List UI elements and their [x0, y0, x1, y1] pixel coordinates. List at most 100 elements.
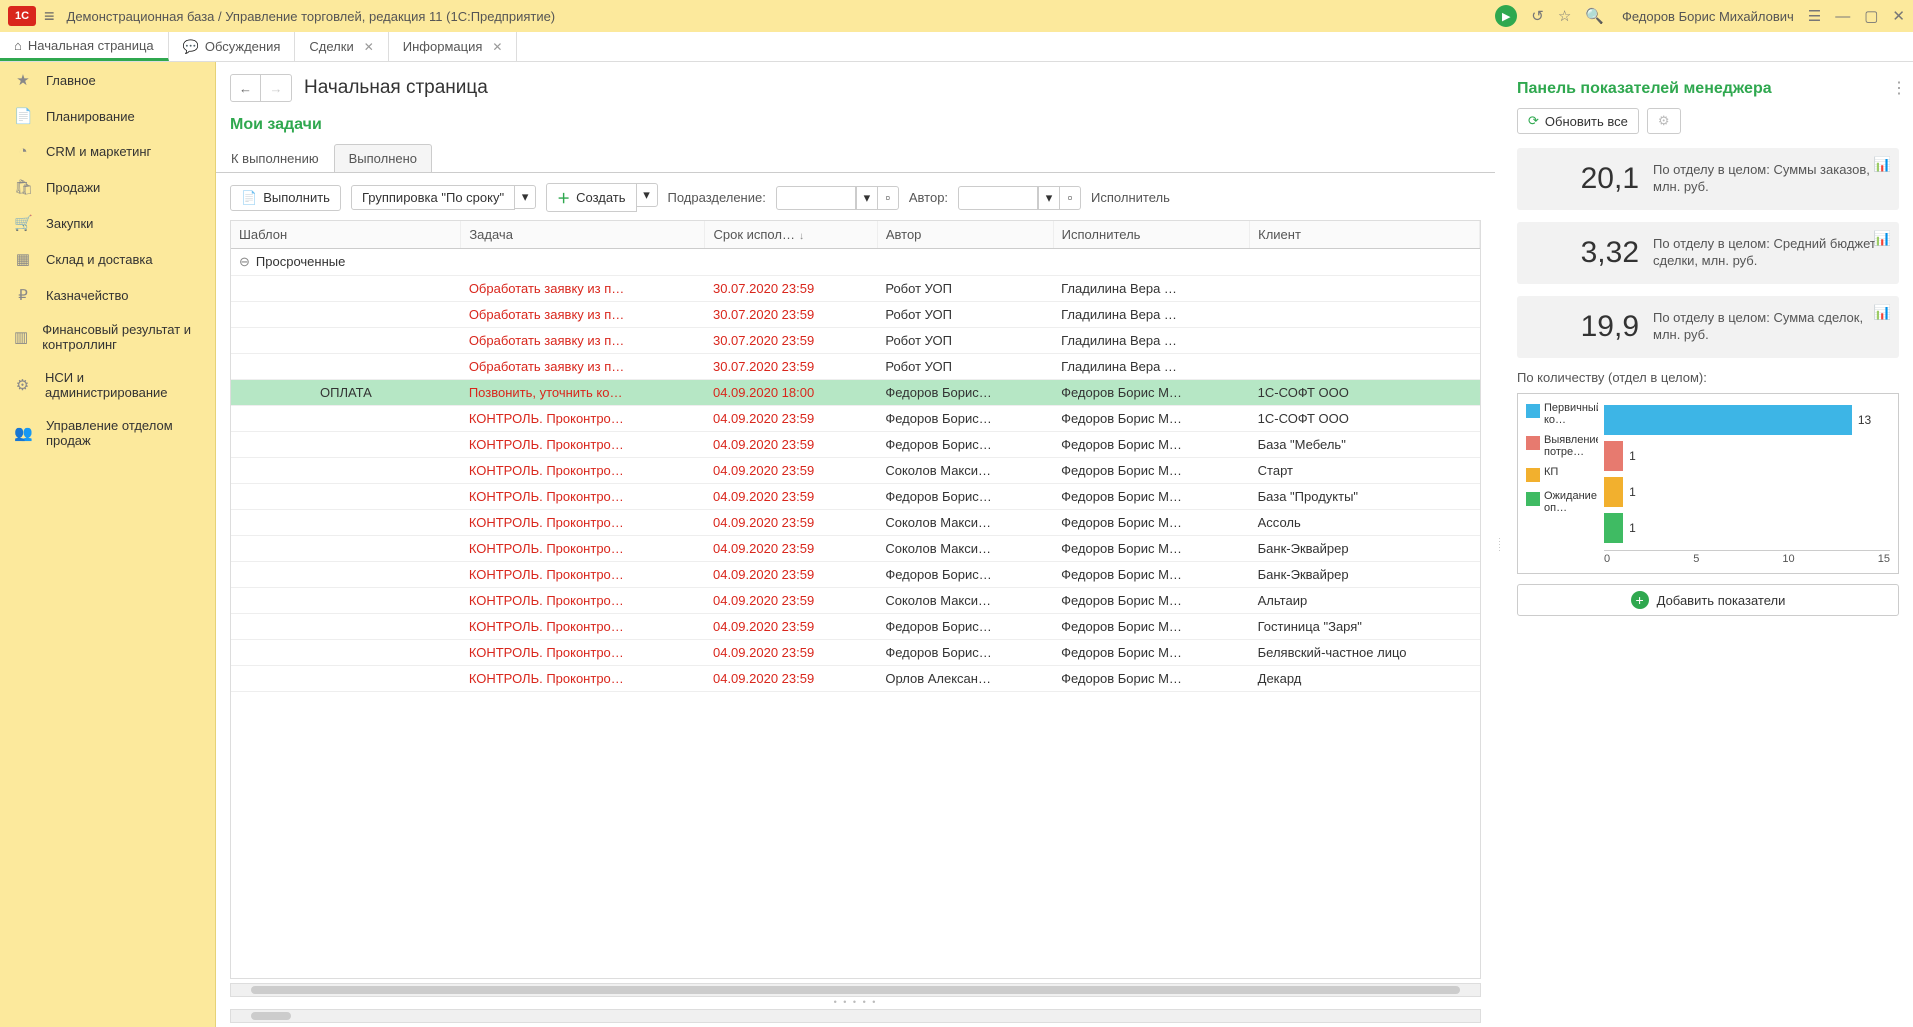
chart-mini-icon[interactable]: 📊: [1874, 230, 1891, 247]
kpi-card-1[interactable]: 3,32По отделу в целом: Средний бюджет сд…: [1517, 222, 1899, 284]
author-open-icon[interactable]: ▫: [1059, 186, 1081, 210]
kpi-card-0[interactable]: 20,1По отделу в целом: Суммы заказов, мл…: [1517, 148, 1899, 210]
department-input[interactable]: [776, 186, 856, 210]
col-template[interactable]: Шаблон: [231, 221, 461, 249]
table-row[interactable]: КОНТРОЛЬ. Проконтро…04.09.2020 23:59Соко…: [231, 536, 1480, 562]
table-row[interactable]: КОНТРОЛЬ. Проконтро…04.09.2020 23:59Федо…: [231, 562, 1480, 588]
chart-mini-icon[interactable]: 📊: [1874, 304, 1891, 321]
table-row[interactable]: КОНТРОЛЬ. Проконтро…04.09.2020 23:59Соко…: [231, 588, 1480, 614]
cell-due: 04.09.2020 23:59: [705, 562, 877, 588]
col-due[interactable]: Срок испол…↓: [705, 221, 877, 249]
tab-1[interactable]: 💬Обсуждения: [169, 32, 296, 61]
close-tab-icon[interactable]: ✕: [364, 40, 374, 54]
minimize-icon[interactable]: —: [1835, 8, 1850, 25]
col-executor[interactable]: Исполнитель: [1053, 221, 1250, 249]
more-icon[interactable]: ⋮: [1891, 78, 1907, 98]
col-author[interactable]: Автор: [877, 221, 1053, 249]
sidebar-item-3[interactable]: 🛍Продажи: [0, 169, 215, 205]
close-window-icon[interactable]: ✕: [1892, 7, 1905, 25]
bar-row: 1: [1604, 438, 1890, 474]
kpi-value: 19,9: [1533, 310, 1653, 344]
add-indicators-button[interactable]: + Добавить показатели: [1517, 584, 1899, 616]
author-input[interactable]: [958, 186, 1038, 210]
tab-2[interactable]: Сделки✕: [295, 32, 388, 61]
table-row[interactable]: КОНТРОЛЬ. Проконтро…04.09.2020 23:59Федо…: [231, 640, 1480, 666]
toolbar: 📄Выполнить Группировка "По сроку" ▾ ＋Соз…: [216, 181, 1495, 220]
sidebar-item-9[interactable]: 👥Управление отделом продаж: [0, 409, 215, 457]
table-row[interactable]: ОПЛАТАПозвонить, уточнить ко…04.09.2020 …: [231, 380, 1480, 406]
table-row[interactable]: КОНТРОЛЬ. Проконтро…04.09.2020 23:59Соко…: [231, 510, 1480, 536]
cell-template: ОПЛАТА: [231, 380, 461, 406]
department-open-icon[interactable]: ▫: [877, 186, 899, 210]
section-my-tasks: Мои задачи: [216, 110, 1495, 144]
table-row[interactable]: КОНТРОЛЬ. Проконтро…04.09.2020 23:59Федо…: [231, 614, 1480, 640]
execute-button[interactable]: 📄Выполнить: [230, 185, 341, 211]
cell-author: Соколов Макси…: [877, 536, 1053, 562]
grouping-dropdown-icon[interactable]: ▾: [514, 185, 536, 209]
bar: [1604, 513, 1623, 543]
cell-template: [231, 484, 461, 510]
grouping-button[interactable]: Группировка "По сроку": [351, 185, 515, 210]
collapse-icon[interactable]: ⊖: [239, 254, 250, 269]
subtab-done[interactable]: Выполнено: [334, 144, 432, 172]
col-task[interactable]: Задача: [461, 221, 705, 249]
cell-client: Банк-Эквайрер: [1250, 562, 1480, 588]
cell-client: Белявский-частное лицо: [1250, 640, 1480, 666]
table-row[interactable]: КОНТРОЛЬ. Проконтро…04.09.2020 23:59Федо…: [231, 432, 1480, 458]
sidebar-item-7[interactable]: ▥Финансовый результат и контроллинг: [0, 313, 215, 361]
maximize-icon[interactable]: ▢: [1864, 7, 1878, 25]
col-client[interactable]: Клиент: [1250, 221, 1480, 249]
hamburger-icon[interactable]: ≡: [44, 6, 55, 27]
cell-task: КОНТРОЛЬ. Проконтро…: [461, 562, 705, 588]
nav-forward-button[interactable]: →: [261, 75, 291, 101]
cell-author: Федоров Борис…: [877, 406, 1053, 432]
sidebar-item-2[interactable]: ◔CRM и маркетинг: [0, 134, 215, 169]
sidebar-item-6[interactable]: ₽Казначейство: [0, 277, 215, 313]
tasks-table[interactable]: Шаблон Задача Срок испол…↓ Автор Исполни…: [230, 220, 1481, 979]
sidebar-item-1[interactable]: 📄Планирование: [0, 98, 215, 134]
sidebar-item-5[interactable]: ▦Склад и доставка: [0, 241, 215, 277]
kpi-card-2[interactable]: 19,9По отделу в целом: Сумма сделок, млн…: [1517, 296, 1899, 358]
nav-back-button[interactable]: ←: [231, 75, 261, 101]
chart-mini-icon[interactable]: 📊: [1874, 156, 1891, 173]
tab-0[interactable]: ⌂Начальная страница: [0, 32, 169, 61]
create-dropdown-icon[interactable]: ▾: [636, 183, 658, 207]
cell-executor: Федоров Борис М…: [1053, 666, 1250, 692]
settings-icon[interactable]: ☰: [1808, 7, 1821, 25]
cell-author: Соколов Макси…: [877, 510, 1053, 536]
table-row[interactable]: КОНТРОЛЬ. Проконтро…04.09.2020 23:59Федо…: [231, 484, 1480, 510]
table-row[interactable]: КОНТРОЛЬ. Проконтро…04.09.2020 23:59Федо…: [231, 406, 1480, 432]
create-button[interactable]: ＋Создать: [546, 183, 636, 212]
panel-settings-button[interactable]: ⚙: [1647, 108, 1681, 134]
tab-3[interactable]: Информация✕: [389, 32, 518, 61]
table-row[interactable]: Обработать заявку из п…30.07.2020 23:59Р…: [231, 328, 1480, 354]
department-dropdown-icon[interactable]: ▾: [856, 186, 878, 210]
cell-task: Обработать заявку из п…: [461, 276, 705, 302]
cell-executor: Федоров Борис М…: [1053, 458, 1250, 484]
table-row[interactable]: Обработать заявку из п…30.07.2020 23:59Р…: [231, 276, 1480, 302]
table-row[interactable]: Обработать заявку из п…30.07.2020 23:59Р…: [231, 354, 1480, 380]
table-row[interactable]: Обработать заявку из п…30.07.2020 23:59Р…: [231, 302, 1480, 328]
table-row[interactable]: КОНТРОЛЬ. Проконтро…04.09.2020 23:59Орло…: [231, 666, 1480, 692]
cell-executor: Гладилина Вера …: [1053, 328, 1250, 354]
table-row[interactable]: КОНТРОЛЬ. Проконтро…04.09.2020 23:59Соко…: [231, 458, 1480, 484]
sidebar-item-4[interactable]: 🛒Закупки: [0, 205, 215, 241]
history-icon[interactable]: ↺: [1531, 7, 1544, 25]
close-tab-icon[interactable]: ✕: [492, 40, 502, 54]
bottom-scrollbar[interactable]: [230, 1009, 1481, 1023]
cell-task: КОНТРОЛЬ. Проконтро…: [461, 510, 705, 536]
sidebar-item-8[interactable]: ⚙НСИ и администрирование: [0, 361, 215, 409]
subtab-pending[interactable]: К выполнению: [216, 144, 334, 172]
author-dropdown-icon[interactable]: ▾: [1038, 186, 1060, 210]
cell-template: [231, 354, 461, 380]
current-user[interactable]: Федоров Борис Михайлович: [1622, 9, 1794, 24]
sidebar-item-0[interactable]: ★Главное: [0, 62, 215, 98]
bar-row: 1: [1604, 474, 1890, 510]
group-row[interactable]: ⊖Просроченные: [231, 249, 1480, 276]
search-icon[interactable]: 🔍: [1585, 7, 1604, 25]
table-h-scrollbar[interactable]: [230, 983, 1481, 997]
refresh-all-button[interactable]: ⟳Обновить все: [1517, 108, 1639, 134]
horizontal-splitter[interactable]: • • • • •: [216, 999, 1495, 1005]
notifications-icon[interactable]: ▶: [1495, 5, 1517, 27]
favorite-icon[interactable]: ☆: [1558, 7, 1571, 25]
